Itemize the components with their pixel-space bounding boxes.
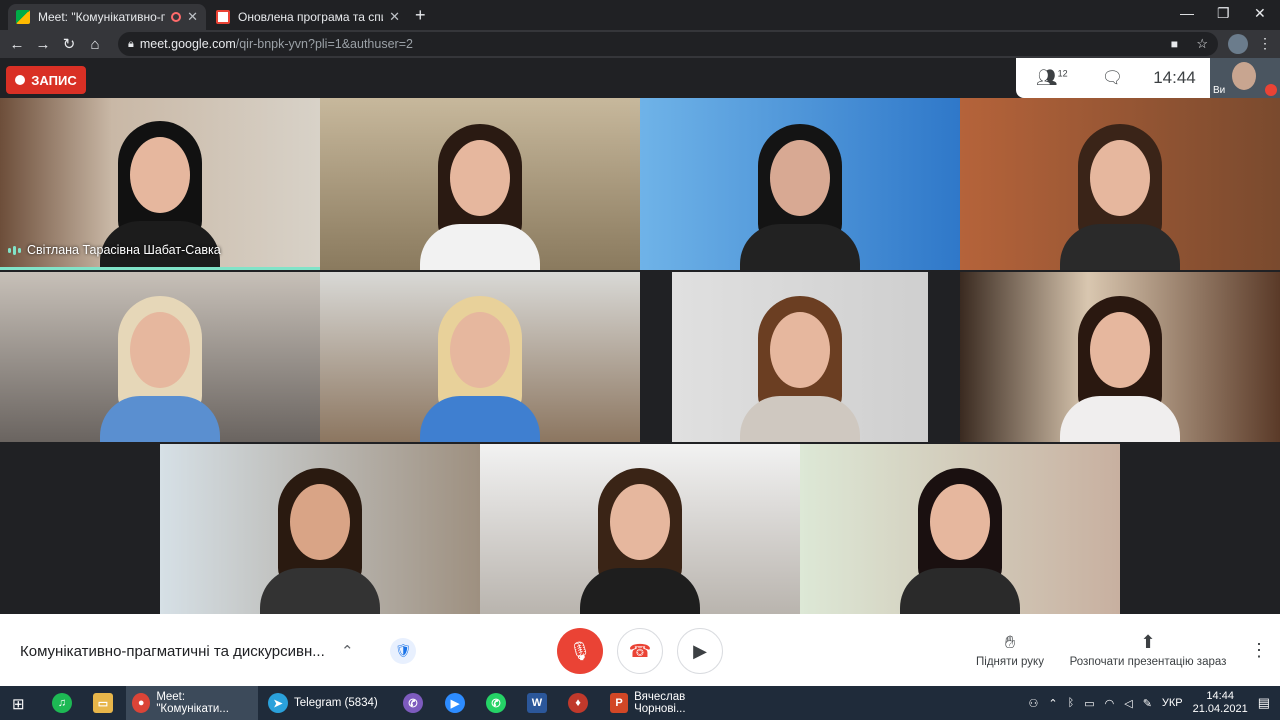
reload-icon[interactable]: ↻ [56, 35, 82, 53]
show-hidden-icons-icon[interactable]: ⌃ [1048, 697, 1057, 710]
participant-tile[interactable] [480, 444, 800, 614]
volume-icon[interactable]: ◁ [1124, 697, 1132, 710]
file-explorer-icon[interactable]: ▭ [93, 693, 113, 713]
tab-meet[interactable]: Meet: "Комунікативно-прагм ✕ [8, 4, 206, 30]
participants-icon[interactable]: 👥︎12 [1036, 68, 1068, 88]
lock-icon: 🔒︎ [128, 37, 134, 50]
camera-indicator-icon[interactable]: ■ [1171, 37, 1178, 51]
leave-call-button[interactable]: ☎︎ [617, 628, 663, 674]
record-dot-icon [15, 75, 26, 85]
address-bar[interactable]: 🔒︎ meet.google.com/qir-bnpk-yvn?pli=1&au… [118, 32, 1218, 56]
taskbar-telegram[interactable]: ➤ Telegram (5834) [262, 686, 394, 720]
self-head [1232, 62, 1256, 90]
self-muted-icon [1265, 84, 1277, 96]
close-tab-icon[interactable]: ✕ [187, 9, 198, 25]
participant-tile[interactable] [320, 98, 640, 270]
back-icon[interactable]: ← [4, 36, 30, 53]
gmail-favicon-icon [216, 10, 230, 24]
participant-tile-speaker[interactable]: Світлана Тарасівна Шабат-Савка [0, 98, 320, 270]
meet-favicon-icon [16, 10, 30, 24]
tab-gmail[interactable]: Оновлена програма та список ✕ [208, 4, 408, 30]
forward-icon[interactable]: → [30, 36, 56, 53]
browser-menu-icon[interactable]: ⋮ [1258, 35, 1272, 52]
participant-tile[interactable] [960, 272, 1280, 442]
participant-tile[interactable] [160, 444, 480, 614]
camera-button[interactable]: ▶︎ [677, 628, 723, 674]
participant-tile[interactable] [0, 272, 320, 442]
system-tray: ⚇ ⌃ ᛒ ▭ ◠ ◁ ✎ УКР 14:44 21.04.2021 ▤ [1029, 686, 1271, 720]
home-icon[interactable]: ⌂ [82, 36, 108, 53]
powerpoint-icon: P [610, 693, 629, 713]
battery-icon[interactable]: ▭ [1084, 697, 1094, 710]
windows-start-icon[interactable]: ⊞ [12, 695, 25, 713]
present-screen-icon: ⬆︎ [1140, 632, 1156, 652]
recording-badge: ЗАПИС [6, 66, 86, 94]
close-tab-icon[interactable]: ✕ [389, 9, 400, 25]
people-icon[interactable]: ⚇ [1029, 697, 1039, 710]
whatsapp-icon[interactable]: ✆ [486, 693, 506, 713]
participant-tile[interactable] [800, 444, 1120, 614]
profile-avatar[interactable] [1228, 34, 1248, 54]
participant-tile[interactable] [640, 98, 960, 270]
spotify-icon[interactable]: ♫ [52, 693, 72, 713]
participant-tile[interactable] [320, 272, 640, 442]
taskbar-powerpoint[interactable]: P Вячеслав Чорнові... [604, 686, 736, 720]
pen-icon[interactable]: ✎ [1143, 697, 1152, 710]
participant-tile[interactable] [960, 98, 1280, 270]
mic-off-button[interactable]: 🎙︎ [557, 628, 603, 674]
chevron-up-icon[interactable]: ⌃ [341, 643, 354, 660]
self-view-tile[interactable]: Ви [1210, 58, 1280, 98]
browser-tab-strip: Meet: "Комунікативно-прагм ✕ Оновлена пр… [0, 0, 1280, 30]
telegram-icon: ➤ [268, 693, 288, 713]
new-tab-icon[interactable]: + [415, 5, 426, 26]
taskbar-chrome-meet[interactable]: ● Meet: "Комунікати... [126, 686, 258, 720]
hang-up-icon: ☎︎ [628, 640, 652, 661]
meeting-clock: 14:44 [1153, 68, 1196, 87]
zoom-icon[interactable]: ▶ [445, 693, 465, 713]
video-camera-icon: ▶︎ [693, 640, 707, 661]
maximize-icon[interactable]: ❐ [1217, 5, 1230, 22]
participant-tile[interactable] [640, 272, 960, 442]
network-icon[interactable]: ◠ [1105, 697, 1115, 710]
host-controls-shield-icon[interactable]: 🛡︎ [390, 638, 416, 664]
input-language[interactable]: УКР [1162, 697, 1183, 709]
recording-indicator-icon [171, 12, 182, 22]
windows-taskbar: ⊞ ♫ ▭ ● Meet: "Комунікати... ➤ Telegram … [0, 686, 1280, 720]
meet-video-area: ЗАПИС 👥︎12 🗨︎ 14:44 Ви Світлана Тарасівн… [0, 58, 1280, 614]
speaking-indicator-icon [8, 245, 21, 255]
self-label: Ви [1213, 85, 1226, 96]
mic-off-icon: 🎙︎ [568, 640, 592, 661]
taskbar-clock[interactable]: 14:44 21.04.2021 [1193, 690, 1248, 716]
raise-hand-button[interactable]: ✋︎ Підняти руку [970, 632, 1050, 668]
notifications-icon[interactable]: ▤ [1258, 695, 1270, 711]
browser-toolbar: ← → ↻ ⌂ 🔒︎ meet.google.com/qir-bnpk-yvn?… [0, 30, 1280, 58]
chrome-icon: ● [132, 693, 151, 713]
present-now-button[interactable]: ⬆︎ Розпочати презентацію зараз [1066, 632, 1230, 668]
app-icon[interactable]: ♦ [568, 693, 588, 713]
close-window-icon[interactable]: ✕ [1254, 5, 1266, 22]
chat-icon[interactable]: 🗨︎ [1102, 68, 1124, 88]
more-options-icon[interactable]: ⋮ [1250, 640, 1268, 661]
meet-control-bar: Комунікативно-прагматичні та дискурсивн.… [0, 614, 1280, 686]
meeting-info-panel: 👥︎12 🗨︎ 14:44 [1016, 58, 1210, 98]
meeting-title[interactable]: Комунікативно-прагматичні та дискурсивн.… [20, 642, 354, 660]
bookmark-star-icon[interactable]: ☆ [1196, 36, 1208, 52]
speaker-nametag: Світлана Тарасівна Шабат-Савка [8, 243, 221, 257]
bluetooth-icon[interactable]: ᛒ [1068, 697, 1075, 709]
viber-icon[interactable]: ✆ [403, 693, 423, 713]
minimize-icon[interactable]: — [1180, 5, 1194, 21]
hand-icon: ✋︎ [1004, 632, 1016, 652]
word-icon[interactable]: W [527, 693, 547, 713]
